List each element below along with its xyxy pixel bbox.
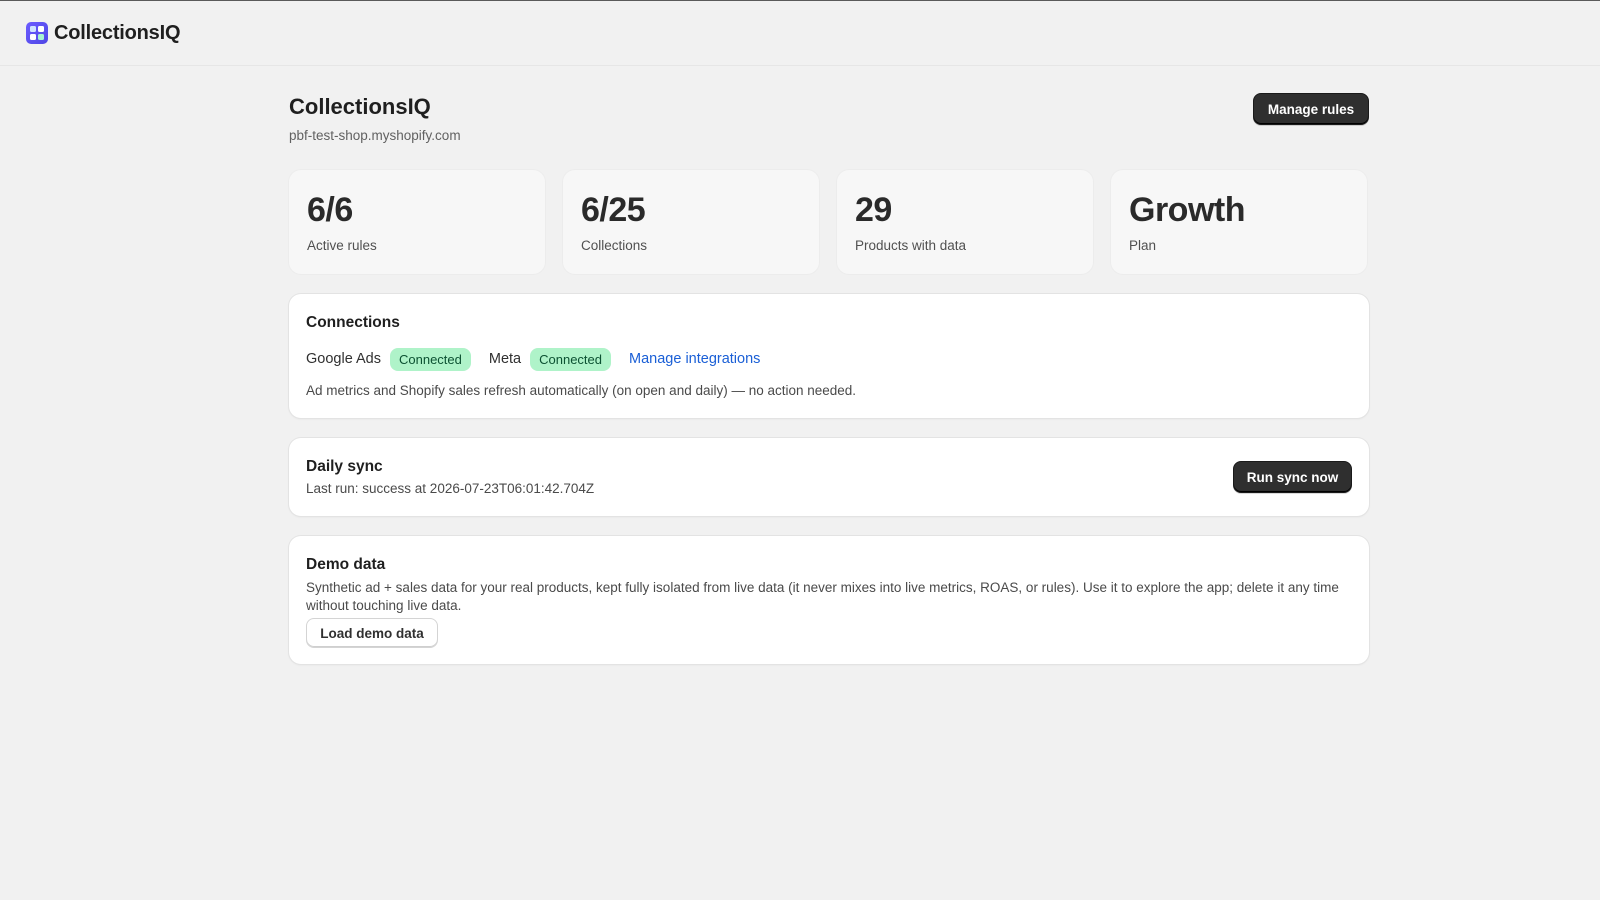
stat-card-collections: 6/25 Collections (563, 170, 819, 274)
demo-data-title: Demo data (306, 556, 386, 573)
app-grid-logo-icon (26, 22, 48, 44)
stat-value: Growth (1129, 191, 1245, 229)
integration-name-meta: Meta (488, 351, 522, 367)
status-badge-meta: Connected (530, 347, 612, 371)
demo-data-card: Demo data Synthetic ad + sales data for … (289, 536, 1369, 664)
stat-card-active-rules: 6/6 Active rules (289, 170, 545, 274)
stat-label: Products with data (855, 238, 967, 253)
connections-note: Ad metrics and Shopify sales refresh aut… (306, 383, 857, 398)
app-name: CollectionsIQ (54, 21, 181, 44)
manage-rules-button[interactable]: Manage rules (1253, 93, 1369, 125)
connections-title: Connections (306, 314, 400, 331)
page-header: CollectionsIQ pbf-test-shop.myshopify.co… (289, 66, 1369, 170)
stat-value: 29 (855, 191, 892, 229)
stat-label: Plan (1129, 238, 1157, 253)
last-run-status: Last run: success at 2026-07-23T06:01:42… (306, 481, 595, 496)
load-demo-data-button[interactable]: Load demo data (306, 618, 438, 648)
stats-row: 6/6 Active rules 6/25 Collections 29 Pro… (289, 170, 1369, 274)
run-sync-button[interactable]: Run sync now (1233, 461, 1352, 493)
top-bar: CollectionsIQ (0, 0, 1600, 66)
status-badge-google-ads: Connected (389, 347, 471, 371)
manage-integrations-link[interactable]: Manage integrations (629, 351, 760, 367)
connections-row: Google Ads Connected Meta Connected Mana… (306, 347, 1352, 371)
main-content: CollectionsIQ pbf-test-shop.myshopify.co… (289, 66, 1369, 664)
stat-label: Active rules (307, 238, 377, 253)
stat-value: 6/25 (581, 191, 646, 229)
shop-domain: pbf-test-shop.myshopify.com (289, 128, 461, 143)
stat-value: 6/6 (307, 191, 353, 229)
integration-name-google-ads: Google Ads (306, 351, 381, 367)
stat-card-products: 29 Products with data (837, 170, 1093, 274)
stat-label: Collections (581, 238, 648, 253)
connections-card: Connections Google Ads Connected Meta Co… (289, 294, 1369, 418)
daily-sync-card: Daily sync Last run: success at 2026-07-… (289, 438, 1369, 516)
stat-card-plan: Growth Plan (1111, 170, 1367, 274)
page-title: CollectionsIQ (289, 94, 431, 119)
daily-sync-title: Daily sync (306, 458, 383, 475)
demo-data-description: Synthetic ad + sales data for your real … (306, 580, 1339, 613)
